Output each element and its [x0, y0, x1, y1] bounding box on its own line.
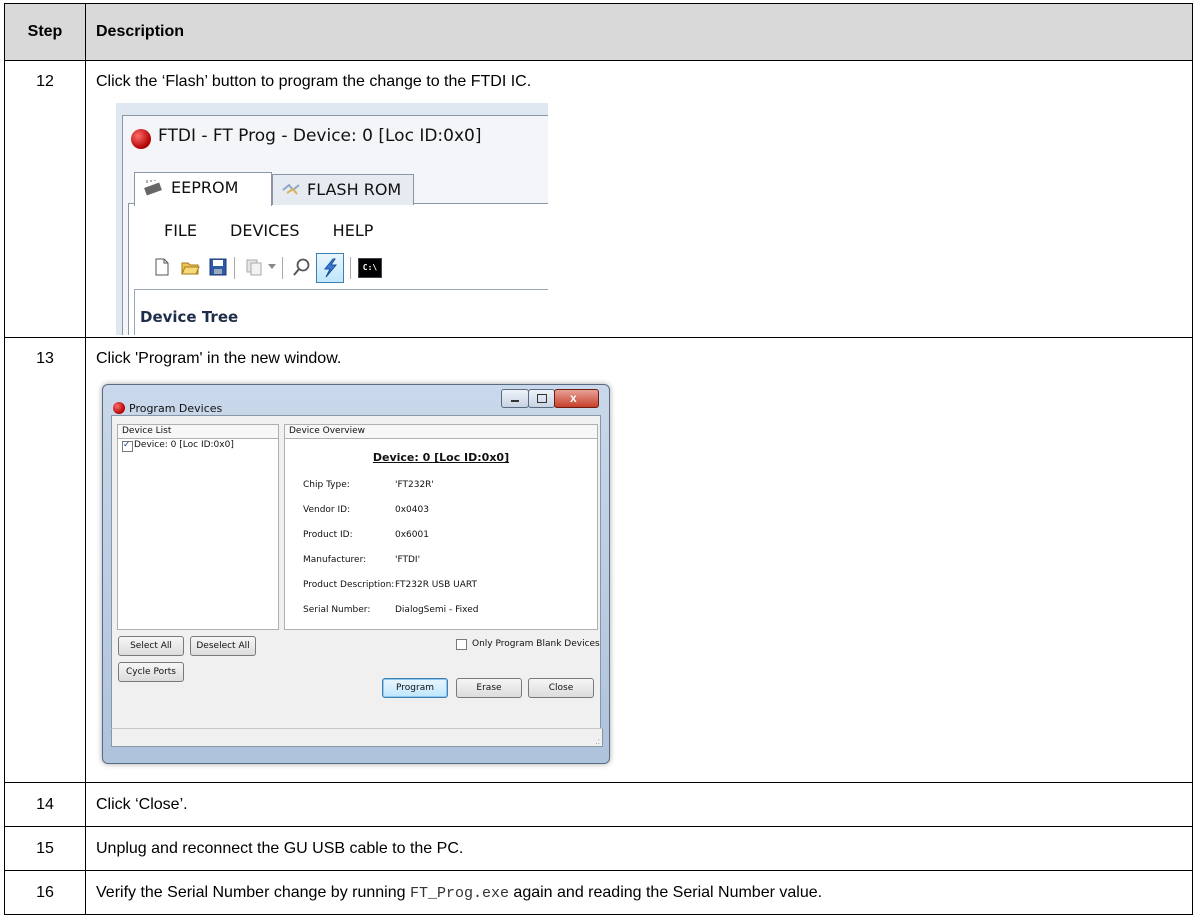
window-title: FTDI - FT Prog - Device: 0 [Loc ID:0x0] — [158, 126, 482, 146]
program-button[interactable]: Program — [382, 678, 448, 698]
save-icon[interactable] — [208, 257, 228, 277]
menu-bar: FILE DEVICES HELP — [164, 221, 401, 240]
device-list-item[interactable]: Device: 0 [Loc ID:0x0] — [134, 440, 234, 450]
new-file-icon[interactable] — [152, 257, 172, 277]
step-text: Click 'Program' in the new window. — [96, 350, 342, 367]
field-value: 0x6001 — [395, 530, 429, 540]
menu-help[interactable]: HELP — [333, 221, 374, 240]
app-icon — [113, 402, 125, 414]
toolbar: C:\ — [152, 253, 548, 283]
field-label: Chip Type: — [303, 480, 350, 490]
header-description: Description — [85, 3, 1193, 61]
window-title: Program Devices — [129, 402, 223, 415]
close-icon: x — [570, 391, 577, 405]
close-button[interactable]: Close — [528, 678, 594, 698]
step-text-after: again and reading the Serial Number valu… — [508, 883, 823, 901]
table-row: 14 Click ‘Close’. — [4, 782, 1193, 827]
step-description: Click the ‘Flash’ button to program the … — [85, 60, 1193, 338]
field-label: Product Description: — [303, 580, 395, 590]
erase-button[interactable]: Erase — [456, 678, 522, 698]
device-overview-header: Device Overview — [285, 425, 597, 439]
device-overview-panel: Device Overview Device: 0 [Loc ID:0x0] C… — [284, 424, 598, 630]
overview-title: Device: 0 [Loc ID:0x0] — [372, 451, 510, 464]
step-number: 16 — [4, 870, 86, 915]
select-all-button[interactable]: Select All — [118, 636, 184, 656]
step-text: Click ‘Close’. — [85, 782, 1193, 827]
header-step: Step — [4, 3, 86, 61]
menu-file[interactable]: FILE — [164, 221, 197, 240]
cmd-icon[interactable]: C:\ — [358, 258, 382, 278]
open-folder-icon[interactable] — [180, 257, 200, 277]
field-label: Product ID: — [303, 530, 353, 540]
field-value: 'FTDI' — [395, 555, 421, 565]
only-blank-label: Only Program Blank Devices — [472, 639, 600, 649]
deselect-all-button[interactable]: Deselect All — [190, 636, 256, 656]
step-number: 15 — [4, 826, 86, 871]
flash-icon — [323, 258, 338, 278]
chevron-down-icon[interactable] — [268, 264, 276, 270]
table-row: 12 Click the ‘Flash’ button to program t… — [4, 60, 1193, 338]
field-label: Vendor ID: — [303, 505, 351, 515]
only-blank-checkbox[interactable] — [456, 639, 467, 650]
step-number: 13 — [4, 337, 86, 783]
ftprog-screenshot: FTDI - FT Prog - Device: 0 [Loc ID:0x0] … — [116, 103, 548, 335]
table-row: 16 Verify the Serial Number change by ru… — [4, 870, 1193, 915]
table-row: 13 Click 'Program' in the new window. Pr… — [4, 337, 1193, 783]
copy-icon[interactable] — [244, 257, 264, 277]
menu-devices[interactable]: DEVICES — [230, 221, 300, 240]
step-text: Click the ‘Flash’ button to program the … — [96, 73, 532, 90]
tab-flash-rom[interactable]: FLASH ROM — [272, 174, 414, 205]
device-list-header: Device List — [118, 425, 278, 439]
device-list-panel: Device List ✓ Device: 0 [Loc ID:0x0] — [117, 424, 279, 630]
field-value: FT232R USB UART — [395, 580, 477, 590]
step-text: Unplug and reconnect the GU USB cable to… — [85, 826, 1193, 871]
step-number: 14 — [4, 782, 86, 827]
device-checkbox[interactable]: ✓ — [122, 439, 133, 452]
search-icon[interactable] — [292, 257, 312, 277]
table-row: 15 Unplug and reconnect the GU USB cable… — [4, 826, 1193, 871]
flash-button[interactable] — [316, 253, 344, 283]
program-devices-screenshot: Program Devices x Device List ✓ Device: … — [96, 378, 614, 770]
chip-icon — [144, 180, 162, 196]
device-tree-label: Device Tree — [140, 308, 239, 326]
app-icon — [131, 129, 151, 149]
code-filename: FT_Prog.exe — [409, 884, 509, 902]
cycle-ports-button[interactable]: Cycle Ports — [118, 662, 184, 682]
field-value: 0x0403 — [395, 505, 429, 515]
steps-table: Step Description 12 Click the ‘Flash’ bu… — [4, 3, 1193, 915]
field-label: Serial Number: — [303, 605, 371, 615]
minimize-button[interactable] — [501, 389, 529, 408]
field-label: Manufacturer: — [303, 555, 367, 565]
step-text-before: Verify the Serial Number change by runni… — [96, 883, 410, 901]
close-window-button[interactable]: x — [554, 389, 599, 408]
step-description: Click 'Program' in the new window. Progr… — [85, 337, 1193, 783]
maximize-button[interactable] — [528, 389, 555, 408]
flash-rom-icon — [282, 183, 300, 195]
step-description: Verify the Serial Number change by runni… — [85, 870, 1193, 915]
tab-eeprom[interactable]: EEPROM — [134, 172, 272, 206]
field-value: 'FT232R' — [395, 480, 434, 490]
status-bar: .: — [111, 728, 603, 747]
resize-grip-icon[interactable]: .: — [596, 737, 600, 746]
step-number: 12 — [4, 60, 86, 338]
field-value: DialogSemi - Fixed — [395, 605, 479, 615]
